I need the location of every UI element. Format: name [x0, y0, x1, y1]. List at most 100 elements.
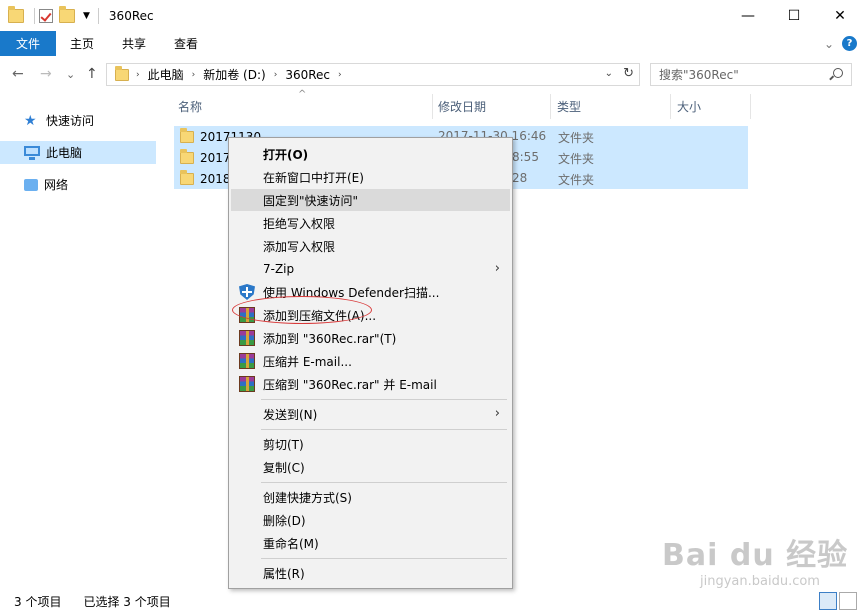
breadcrumb-separator[interactable]: ›	[192, 70, 196, 80]
star-icon: ★	[24, 112, 37, 129]
menu-item-open-new-window[interactable]: 在新窗口中打开(E)	[231, 166, 510, 188]
menu-item-label: 删除(D)	[263, 513, 306, 528]
folder-icon	[180, 148, 194, 164]
menu-item-label: 在新窗口中打开(E)	[263, 170, 364, 185]
address-dropdown-chevron-icon[interactable]: ⌄	[605, 68, 613, 79]
large-icons-view-button[interactable]	[839, 592, 857, 610]
menu-item-label: 打开(O)	[263, 147, 309, 162]
close-button[interactable]: ✕	[817, 0, 863, 31]
watermark: Bai du 经验 jingyan.baidu.com	[662, 530, 852, 589]
column-divider[interactable]	[432, 94, 433, 119]
column-divider[interactable]	[750, 94, 751, 119]
menu-item-copy[interactable]: 复制(C)	[231, 456, 510, 478]
menu-item-create-shortcut[interactable]: 创建快捷方式(S)	[231, 486, 510, 508]
menu-item-properties[interactable]: 属性(R)	[231, 562, 510, 584]
menu-item-label: 属性(R)	[263, 566, 305, 581]
menu-item-add-to-rar[interactable]: 添加到 "360Rec.rar"(T)	[231, 327, 510, 349]
ribbon-right-controls: ⌄ ?	[824, 36, 857, 51]
winrar-icon	[239, 376, 255, 392]
expand-ribbon-chevron-icon[interactable]: ⌄	[824, 37, 834, 51]
forward-arrow-icon[interactable]: →	[40, 66, 52, 82]
annotation-ellipse	[232, 296, 372, 324]
column-header-type[interactable]: 类型	[557, 94, 581, 119]
menu-item-send-to[interactable]: 发送到(N) ›	[231, 403, 510, 425]
breadcrumb-drive-d[interactable]: 新加卷 (D:)	[203, 66, 265, 83]
column-divider[interactable]	[670, 94, 671, 119]
context-menu: 打开(O) 在新窗口中打开(E) 固定到"快速访问" 拒绝写入权限 添加写入权限…	[228, 137, 513, 589]
column-header-modified[interactable]: 修改日期	[438, 94, 486, 119]
folder-icon	[115, 65, 129, 81]
selection-count: 已选择 3 个项目	[83, 594, 171, 609]
file-type: 文件夹	[558, 173, 595, 187]
breadcrumb-separator[interactable]: ›	[136, 70, 140, 80]
menu-item-add-write[interactable]: 添加写入权限	[231, 235, 510, 257]
refresh-icon[interactable]: ↻	[623, 66, 634, 81]
menu-item-label: 压缩到 "360Rec.rar" 并 E-mail	[263, 377, 437, 392]
back-arrow-icon[interactable]: ←	[12, 66, 24, 82]
breadcrumb-separator[interactable]: ›	[274, 70, 278, 80]
menu-item-label: 剪切(T)	[263, 437, 304, 452]
menu-item-label: 发送到(N)	[263, 407, 318, 422]
column-divider[interactable]	[550, 94, 551, 119]
menu-item-label: 添加到 "360Rec.rar"(T)	[263, 331, 397, 346]
tab-view[interactable]: 查看	[160, 31, 212, 56]
new-folder-icon[interactable]	[59, 5, 75, 23]
maximize-button[interactable]: ☐	[771, 0, 817, 31]
menu-item-label: 重命名(M)	[263, 536, 319, 551]
view-switcher	[819, 592, 857, 610]
winrar-icon	[239, 330, 255, 346]
minimize-button[interactable]: —	[725, 0, 771, 31]
menu-item-compress-email[interactable]: 压缩并 E-mail...	[231, 350, 510, 372]
search-placeholder: 搜索"360Rec"	[659, 68, 739, 82]
menu-item-delete[interactable]: 删除(D)	[231, 509, 510, 531]
sidebar-item-label: 网络	[44, 178, 69, 192]
details-view-button[interactable]	[819, 592, 837, 610]
properties-icon[interactable]	[39, 8, 53, 23]
sort-ascending-icon: ^	[298, 89, 307, 100]
menu-item-cut[interactable]: 剪切(T)	[231, 433, 510, 455]
menu-item-deny-write[interactable]: 拒绝写入权限	[231, 212, 510, 234]
menu-item-7zip[interactable]: 7-Zip ›	[231, 258, 510, 280]
tab-share[interactable]: 共享	[108, 31, 160, 56]
tab-home[interactable]: 主页	[56, 31, 108, 56]
menu-item-open[interactable]: 打开(O)	[231, 143, 510, 165]
up-arrow-icon[interactable]: ↑	[86, 66, 98, 82]
file-name: 2018	[200, 171, 231, 186]
menu-item-label: 拒绝写入权限	[263, 216, 336, 231]
watermark-logo: Bai du 经验	[662, 538, 849, 573]
folder-icon[interactable]	[8, 5, 24, 23]
title-bar: ▼ 360Rec — ☐ ✕	[0, 0, 863, 31]
navigation-pane: ★ 快速访问 此电脑 网络	[0, 94, 158, 588]
menu-item-label: 添加写入权限	[263, 239, 336, 254]
menu-item-pin-quick-access[interactable]: 固定到"快速访问"	[231, 189, 510, 211]
search-input[interactable]: 搜索"360Rec"	[650, 63, 852, 86]
ribbon-tabs: 文件 主页 共享 查看 ⌄ ?	[0, 31, 863, 56]
tab-file[interactable]: 文件	[0, 31, 57, 56]
column-header-name[interactable]: 名称	[178, 94, 202, 119]
sidebar-item-quick-access[interactable]: ★ 快速访问	[0, 109, 156, 132]
address-bar[interactable]: › 此电脑 › 新加卷 (D:) › 360Rec › ⌄ ↻	[106, 63, 640, 86]
file-modified: 28	[512, 171, 528, 185]
column-header-size[interactable]: 大小	[677, 94, 701, 119]
item-count: 3 个项目	[14, 594, 62, 609]
winrar-icon	[239, 353, 255, 369]
watermark-url: jingyan.baidu.com	[700, 574, 820, 589]
customize-toolbar-chevron-icon[interactable]: ▼	[83, 11, 90, 21]
search-icon[interactable]	[833, 68, 843, 78]
folder-icon	[180, 169, 194, 185]
menu-item-label: 创建快捷方式(S)	[263, 490, 352, 505]
help-icon[interactable]: ?	[842, 36, 857, 51]
breadcrumb-this-pc[interactable]: 此电脑	[148, 66, 184, 83]
menu-item-rename[interactable]: 重命名(M)	[231, 532, 510, 554]
toolbar-separator	[97, 7, 99, 24]
menu-separator	[261, 558, 507, 559]
breadcrumb-separator[interactable]: ›	[338, 70, 342, 80]
sidebar-item-network[interactable]: 网络	[0, 173, 156, 196]
sidebar-item-this-pc[interactable]: 此电脑	[0, 141, 156, 164]
folder-icon	[180, 127, 194, 143]
menu-item-compress-rar-email[interactable]: 压缩到 "360Rec.rar" 并 E-mail	[231, 373, 510, 395]
breadcrumb-360rec[interactable]: 360Rec	[285, 68, 330, 82]
submenu-arrow-icon: ›	[494, 261, 500, 276]
window-controls: — ☐ ✕	[725, 0, 863, 31]
recent-locations-chevron-icon[interactable]: ⌄	[66, 68, 75, 81]
